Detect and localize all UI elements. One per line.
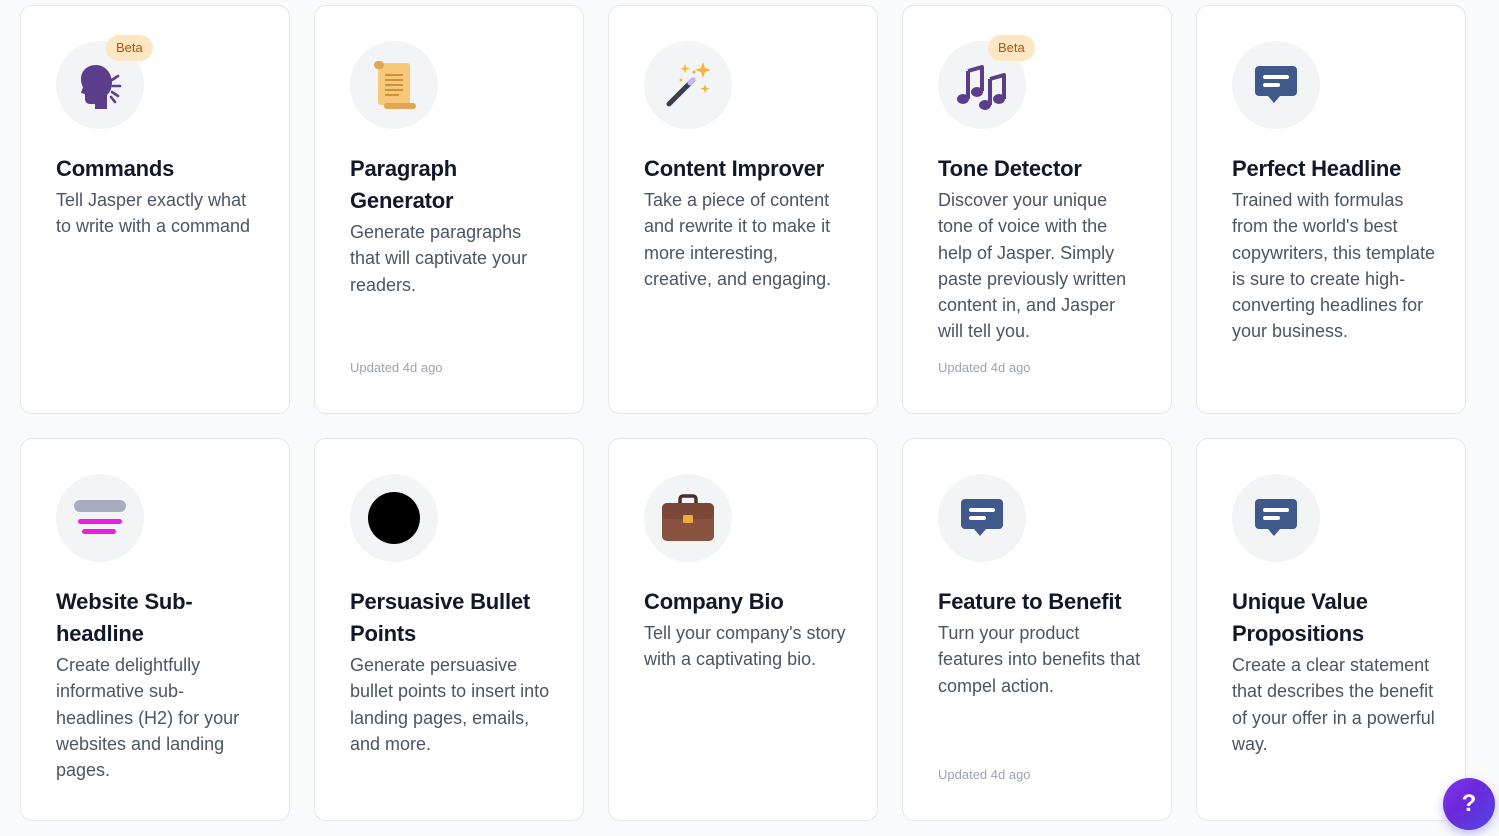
chat-bubble-icon bbox=[1255, 66, 1297, 103]
card-icon-container bbox=[350, 474, 438, 562]
card-title: Feature to Benefit bbox=[938, 589, 1122, 614]
template-card-commands[interactable]: Beta Commands Tell Jasper exactly what t… bbox=[20, 5, 290, 414]
template-card-tone-detector[interactable]: Beta Tone Detector Discover your unique … bbox=[902, 5, 1172, 414]
question-mark-icon: ? bbox=[1461, 790, 1477, 817]
beta-badge: Beta bbox=[988, 35, 1035, 61]
card-icon-container bbox=[350, 41, 438, 129]
beta-badge: Beta bbox=[106, 35, 153, 61]
briefcase-icon bbox=[662, 494, 714, 541]
speaking-head-icon bbox=[81, 65, 122, 109]
card-icon-container bbox=[1232, 474, 1320, 562]
card-description: Tell your company's story with a captiva… bbox=[644, 623, 846, 670]
chat-bubble-icon bbox=[1255, 499, 1297, 536]
template-card-persuasive-bullet-points[interactable]: Persuasive Bullet Points Generate persua… bbox=[314, 438, 584, 821]
card-description: Discover your unique tone of voice with … bbox=[938, 190, 1127, 342]
card-icon-container bbox=[644, 41, 732, 129]
card-title: Content Improver bbox=[644, 156, 825, 181]
subheadline-icon bbox=[74, 500, 126, 534]
template-card-feature-to-benefit[interactable]: Feature to Benefit Turn your product fea… bbox=[902, 438, 1172, 821]
card-title: Commands bbox=[56, 156, 175, 181]
card-icon-container bbox=[644, 474, 732, 562]
card-title: Perfect Headline bbox=[1232, 156, 1402, 181]
card-icon-container: Beta bbox=[56, 35, 153, 129]
card-icon-container bbox=[938, 474, 1026, 562]
template-card-perfect-headline[interactable]: Perfect Headline Trained with formulas f… bbox=[1196, 5, 1466, 414]
card-description: Generate persuasive bullet points to ins… bbox=[350, 655, 550, 754]
updated-label: Updated 4d ago bbox=[350, 360, 443, 375]
card-description: Take a piece of content and rewrite it t… bbox=[644, 190, 832, 289]
card-title: Website Sub-headline bbox=[56, 589, 193, 646]
chat-bubble-icon bbox=[961, 499, 1003, 536]
template-card-website-sub-headline[interactable]: Website Sub-headline Create delightfully… bbox=[20, 438, 290, 821]
magic-wand-icon bbox=[666, 62, 711, 107]
help-button[interactable]: ? bbox=[1443, 778, 1495, 830]
card-icon-container bbox=[1232, 41, 1320, 129]
card-title: Company Bio bbox=[644, 589, 784, 614]
card-description: Trained with formulas from the world's b… bbox=[1232, 190, 1436, 342]
template-grid: Beta Commands Tell Jasper exactly what t… bbox=[20, 5, 1466, 821]
updated-label: Updated 4d ago bbox=[938, 767, 1031, 782]
template-card-unique-value-propositions[interactable]: Unique Value Propositions Create a clear… bbox=[1196, 438, 1466, 821]
template-card-company-bio[interactable]: Company Bio Tell your company's story wi… bbox=[608, 438, 878, 821]
black-circle-icon bbox=[368, 492, 420, 544]
card-description: Tell Jasper exactly what to write with a… bbox=[56, 190, 251, 237]
card-title: Tone Detector bbox=[938, 156, 1082, 181]
card-description: Create a clear statement that describes … bbox=[1232, 655, 1435, 754]
scroll-icon bbox=[374, 61, 416, 109]
card-title: Paragraph Generator bbox=[350, 156, 458, 213]
template-card-content-improver[interactable]: Content Improver Take a piece of content… bbox=[608, 5, 878, 414]
card-icon-container bbox=[56, 474, 144, 562]
card-icon-container: Beta bbox=[938, 35, 1035, 129]
card-description: Generate paragraphs that will captivate … bbox=[350, 222, 528, 295]
template-card-paragraph-generator[interactable]: Paragraph Generator Generate paragraphs … bbox=[314, 5, 584, 414]
card-title: Unique Value Propositions bbox=[1232, 589, 1368, 646]
updated-label: Updated 4d ago bbox=[938, 360, 1031, 375]
card-title: Persuasive Bullet Points bbox=[350, 589, 531, 646]
card-description: Create delightfully informative sub-head… bbox=[56, 655, 240, 781]
card-description: Turn your product features into benefits… bbox=[938, 623, 1141, 696]
music-notes-icon bbox=[957, 65, 1006, 110]
